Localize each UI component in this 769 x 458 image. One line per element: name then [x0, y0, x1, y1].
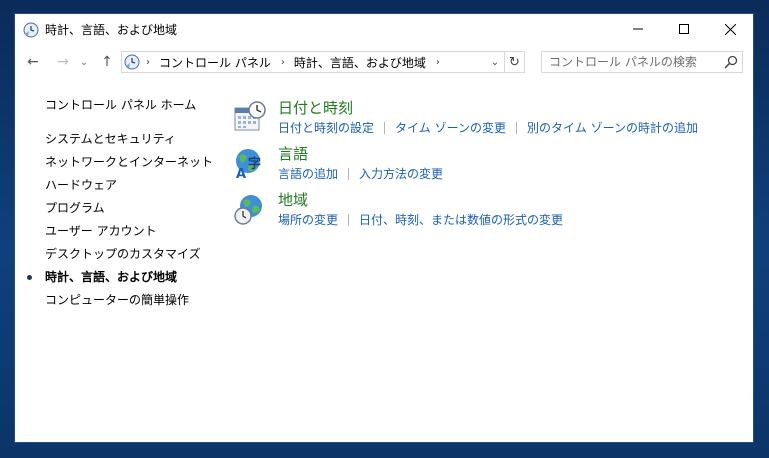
link-divider	[348, 214, 350, 226]
back-button[interactable]: ←	[23, 52, 43, 72]
chevron-down-icon: ⌄	[79, 56, 89, 68]
category-links-language: 言語の追加 入力方法の変更	[278, 166, 443, 182]
minimize-icon	[633, 28, 643, 30]
arrow-right-icon: →	[57, 54, 69, 70]
current-item-bullet-icon	[27, 275, 32, 280]
sidebar-item-ease-of-access[interactable]: コンピューターの簡単操作	[15, 289, 215, 312]
link-change-time-zone[interactable]: タイム ゾーンの変更	[395, 120, 506, 136]
language-icon[interactable]: 字 A	[233, 146, 267, 180]
arrow-up-icon: ↑	[101, 54, 113, 70]
breadcrumb: › コントロール パネル › 時計、言語、および地域 ›	[146, 52, 449, 72]
maximize-button[interactable]	[661, 14, 707, 44]
sidebar-item-label: デスクトップのカスタマイズ	[45, 247, 201, 261]
arrow-left-icon: ←	[27, 54, 39, 70]
sidebar-item-label: ハードウェア	[45, 178, 118, 192]
sidebar-item-programs[interactable]: プログラム	[15, 197, 215, 220]
sidebar-item-label: システムとセキュリティ	[45, 132, 176, 146]
svg-text:A: A	[236, 167, 246, 180]
sidebar-item-label: ユーザー アカウント	[45, 224, 157, 238]
sidebar-item-desktop-customization[interactable]: デスクトップのカスタマイズ	[15, 243, 215, 266]
address-dropdown-button[interactable]: ⌄	[486, 52, 504, 72]
control-panel-clock-icon	[23, 22, 39, 38]
datetime-icon[interactable]	[233, 100, 267, 134]
refresh-icon: ↻	[509, 54, 520, 70]
category-links-region: 場所の変更 日付、時刻、または数値の形式の変更	[278, 212, 563, 228]
category-language: 字 A 言語 言語の追加 入力方法の変更	[233, 144, 733, 190]
breadcrumb-separator-icon[interactable]: ›	[146, 57, 150, 68]
sidebar-item-hardware[interactable]: ハードウェア	[15, 174, 215, 197]
link-add-language[interactable]: 言語の追加	[278, 166, 338, 182]
control-panel-home-link[interactable]: コントロール パネル ホーム	[45, 96, 196, 113]
link-add-clock[interactable]: 別のタイム ゾーンの時計の追加	[527, 120, 698, 136]
category-title-region[interactable]: 地域	[278, 190, 308, 210]
sidebar-item-label: 時計、言語、および地域	[45, 270, 178, 284]
sidebar-item-label: ネットワークとインターネット	[45, 155, 214, 169]
sidebar-item-network-internet[interactable]: ネットワークとインターネット	[15, 151, 215, 174]
close-button[interactable]	[707, 14, 753, 44]
search-icon[interactable]	[724, 55, 738, 69]
main-content-pane: 日付と時刻 日付と時刻の設定 タイム ゾーンの変更 別のタイム ゾーンの時計の追…	[233, 98, 733, 236]
address-bar[interactable]: › コントロール パネル › 時計、言語、および地域 › ⌄ ↻	[121, 51, 525, 73]
sidebar-item-label: プログラム	[45, 201, 105, 215]
sidebar-item-system-security[interactable]: システムとセキュリティ	[15, 128, 215, 151]
search-input[interactable]	[542, 52, 725, 72]
control-panel-window: 時計、言語、および地域 ← → ⌄ ↑ › コントロール パネル › 時計、言語…	[14, 13, 754, 443]
breadcrumb-item-control-panel[interactable]: コントロール パネル	[159, 54, 271, 71]
link-change-location[interactable]: 場所の変更	[278, 212, 338, 228]
chevron-down-icon: ⌄	[490, 56, 500, 68]
link-divider	[384, 122, 386, 134]
category-title-language[interactable]: 言語	[278, 144, 308, 164]
category-date-time: 日付と時刻 日付と時刻の設定 タイム ゾーンの変更 別のタイム ゾーンの時計の追…	[233, 98, 733, 144]
sidebar-item-clock-language-region: 時計、言語、および地域	[15, 266, 215, 289]
region-icon[interactable]	[233, 192, 267, 226]
forward-button[interactable]: →	[53, 52, 73, 72]
svg-text:字: 字	[248, 156, 261, 172]
window-title: 時計、言語、および地域	[45, 23, 178, 37]
refresh-button[interactable]: ↻	[504, 52, 524, 72]
minimize-button[interactable]	[615, 14, 661, 44]
link-set-date-time[interactable]: 日付と時刻の設定	[278, 120, 374, 136]
close-icon	[724, 23, 736, 35]
category-links-date-time: 日付と時刻の設定 タイム ゾーンの変更 別のタイム ゾーンの時計の追加	[278, 120, 698, 136]
recent-locations-button[interactable]: ⌄	[77, 52, 91, 72]
link-change-formats[interactable]: 日付、時刻、または数値の形式の変更	[359, 212, 563, 228]
link-divider	[516, 122, 517, 134]
category-title-date-time[interactable]: 日付と時刻	[278, 98, 353, 118]
up-button[interactable]: ↑	[97, 52, 117, 72]
navigation-bar: ← → ⌄ ↑ › コントロール パネル › 時計、言語、および地域 › ⌄ ↻…	[15, 48, 753, 76]
title-bar[interactable]: 時計、言語、および地域	[15, 14, 753, 46]
control-panel-clock-icon	[124, 54, 140, 70]
sidebar-item-user-accounts[interactable]: ユーザー アカウント	[15, 220, 215, 243]
category-region: 地域 場所の変更 日付、時刻、または数値の形式の変更	[233, 190, 733, 236]
breadcrumb-item-clock-language-region[interactable]: 時計、言語、および地域	[294, 54, 426, 71]
category-list: システムとセキュリティ ネットワークとインターネット ハードウェア プログラム …	[15, 128, 215, 312]
search-box[interactable]	[541, 51, 743, 73]
link-divider	[348, 168, 350, 180]
sidebar-item-label: コンピューターの簡単操作	[45, 293, 190, 307]
link-change-input-method[interactable]: 入力方法の変更	[359, 166, 443, 182]
maximize-icon	[679, 24, 689, 34]
breadcrumb-separator-icon[interactable]: ›	[436, 57, 440, 68]
breadcrumb-separator-icon[interactable]: ›	[281, 57, 285, 68]
